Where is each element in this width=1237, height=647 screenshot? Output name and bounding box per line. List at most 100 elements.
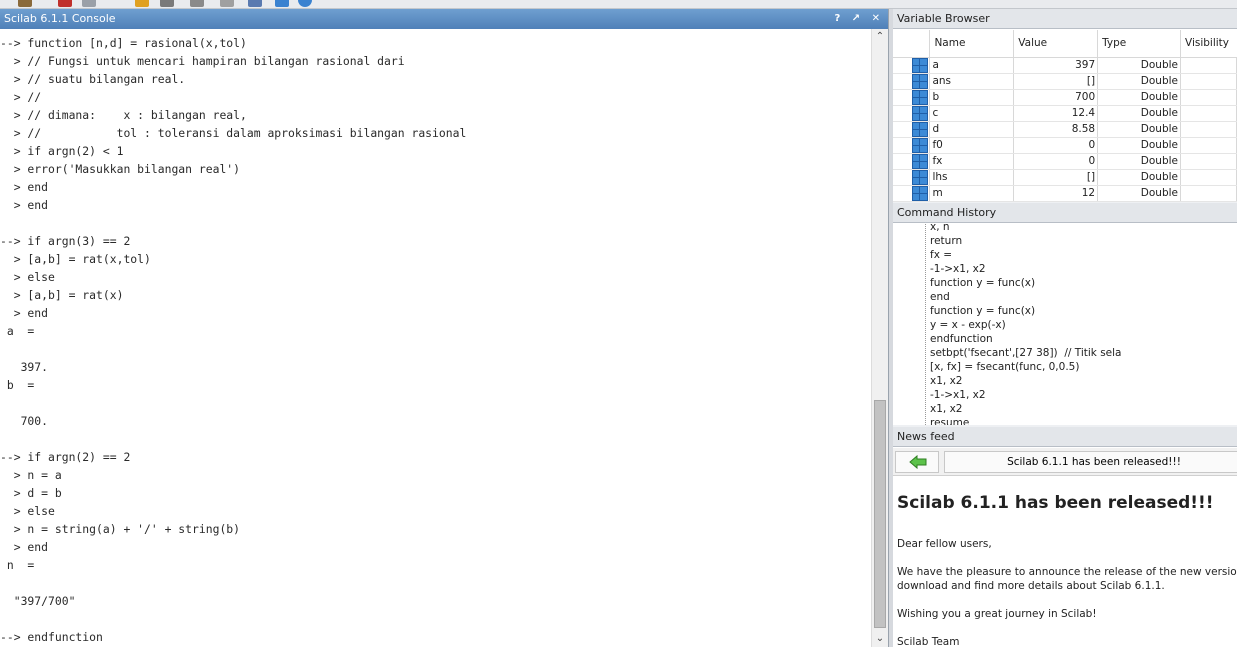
module-icon[interactable] — [248, 0, 262, 7]
history-item[interactable]: setbpt('fsecant',[27 38]) // Titik sela — [930, 346, 1122, 360]
news-wish: Wishing you a great journey in Scilab! — [897, 608, 1097, 620]
back-arrow-icon — [909, 455, 927, 469]
scroll-down-icon[interactable]: ⌄ — [872, 631, 888, 647]
variable-value: [] — [1013, 73, 1099, 90]
console-line: > // suatu bilangan real. — [0, 72, 186, 86]
news-greeting: Dear fellow users, — [897, 538, 992, 550]
history-item[interactable]: end — [930, 290, 950, 304]
console-line: > end — [0, 198, 49, 212]
console-line: > // dimana: x : bilangan real, — [0, 108, 247, 122]
variable-row[interactable]: lhs[] Double — [893, 169, 1237, 186]
variable-row[interactable]: d 8.58 Double — [893, 121, 1237, 138]
variable-row[interactable]: a 397 Double — [893, 57, 1237, 74]
variable-type: Double — [1097, 137, 1181, 154]
column-header-type[interactable]: Type — [1097, 30, 1181, 58]
variable-value: 12.4 — [1013, 105, 1099, 122]
console-line: > if argn(2) < 1 — [0, 144, 124, 158]
variable-name: b — [929, 89, 1015, 106]
console-line: > error('Masukkan bilangan real') — [0, 162, 241, 176]
variable-name: ans — [929, 73, 1015, 90]
history-item[interactable]: function y = func(x) — [930, 304, 1035, 318]
scroll-thumb[interactable] — [874, 400, 886, 628]
variable-table: Name Value Type Visibility a 397 Double ans… — [893, 30, 1237, 202]
console-line: > n = string(a) + '/' + string(b) — [0, 522, 241, 536]
matrix-icon — [912, 153, 929, 169]
variable-visibility — [1180, 105, 1237, 122]
variable-name: c — [929, 105, 1015, 122]
variable-name: f0 — [929, 137, 1015, 154]
history-item[interactable]: y = x - exp(-x) — [930, 318, 1006, 332]
variable-name: m — [929, 185, 1015, 202]
variables-icon[interactable] — [190, 0, 204, 7]
console-line: > end — [0, 540, 49, 554]
cut-icon[interactable] — [58, 0, 72, 7]
variable-row[interactable]: ans[] Double — [893, 73, 1237, 90]
column-header-name[interactable]: Name — [929, 30, 1015, 58]
clear-icon[interactable] — [135, 0, 149, 7]
console-line: > [a,b] = rat(x) — [0, 288, 124, 302]
variable-visibility — [1180, 73, 1237, 90]
console-line: 700. — [0, 414, 49, 428]
column-header-value[interactable]: Value — [1013, 30, 1099, 58]
paste-icon[interactable] — [82, 0, 96, 7]
matrix-icon — [912, 89, 929, 105]
variable-type-icon — [893, 137, 931, 154]
console-line: n = — [0, 558, 35, 572]
console-line: > end — [0, 306, 49, 320]
history-item[interactable]: fx = — [930, 248, 952, 262]
history-item[interactable]: [x, fx] = fsecant(func, 0,0.5) — [930, 360, 1079, 374]
console-line: > // — [0, 90, 42, 104]
icon-column-header — [893, 30, 931, 58]
variable-type: Double — [1097, 89, 1181, 106]
variable-browser-panel: Variable Browser Name Value Type Visibil… — [893, 9, 1237, 202]
history-item[interactable]: x1, x2 — [930, 374, 962, 388]
variable-row[interactable]: m 12 Double — [893, 185, 1237, 202]
history-item[interactable]: return — [930, 234, 962, 248]
matrix-icon — [912, 73, 929, 89]
console-line: 397. — [0, 360, 49, 374]
history-item[interactable]: function y = func(x) — [930, 276, 1035, 290]
variable-type: Double — [1097, 169, 1181, 186]
news-paragraph-line-2: download and find more details about Sci… — [897, 580, 1165, 592]
history-item[interactable]: endfunction — [930, 332, 993, 346]
variable-row[interactable]: fx 0 Double — [893, 153, 1237, 170]
console-scrollbar[interactable]: ⌃ ⌄ — [871, 29, 888, 647]
history-item[interactable]: -1->x1, x2 — [930, 388, 986, 402]
variable-row[interactable]: f0 0 Double — [893, 137, 1237, 154]
demo-icon[interactable] — [298, 0, 312, 7]
matrix-icon — [912, 169, 929, 185]
history-item[interactable]: x, n — [930, 224, 950, 234]
matrix-icon — [912, 137, 929, 153]
news-back-button[interactable] — [895, 451, 939, 473]
variable-type: Double — [1097, 153, 1181, 170]
variable-browser-title: Variable Browser — [893, 9, 1237, 29]
history-item[interactable]: x1, x2 — [930, 402, 962, 416]
scroll-up-icon[interactable]: ⌃ — [872, 29, 888, 45]
news-paragraph-line-1: We have the pleasure to announce the rel… — [897, 566, 1237, 578]
help-icon[interactable] — [275, 0, 289, 7]
console-window-buttons[interactable]: ? ↗ ✕ — [834, 9, 884, 29]
variable-value: 700 — [1013, 89, 1099, 106]
console-line: > d = b — [0, 486, 62, 500]
variable-type-icon — [893, 121, 931, 138]
command-history-list: x, n return fx = -1->x1, x2 function y = fun… — [893, 224, 1237, 425]
history-item[interactable]: resume — [930, 416, 969, 425]
variable-name: lhs — [929, 169, 1015, 186]
variable-row[interactable]: b 700 Double — [893, 89, 1237, 106]
settings-icon[interactable] — [220, 0, 234, 7]
print-icon[interactable] — [160, 0, 174, 7]
copy-icon[interactable] — [18, 0, 32, 7]
command-history-title: Command History — [893, 203, 1237, 223]
variable-visibility — [1180, 153, 1237, 170]
variable-visibility — [1180, 57, 1237, 74]
news-headline-button[interactable]: Scilab 6.1.1 has been released!!! — [944, 451, 1237, 473]
variable-type: Double — [1097, 105, 1181, 122]
variable-visibility — [1180, 185, 1237, 202]
variable-type-icon — [893, 105, 931, 122]
console-output[interactable]: --> function [n,d] = rasional(x,tol) > /… — [0, 29, 872, 647]
variable-value: 12 — [1013, 185, 1099, 202]
history-item[interactable]: -1->x1, x2 — [930, 262, 986, 276]
variable-row[interactable]: c 12.4 Double — [893, 105, 1237, 122]
column-header-visibility[interactable]: Visibility — [1180, 30, 1237, 58]
console-line: > [a,b] = rat(x,tol) — [0, 252, 151, 266]
